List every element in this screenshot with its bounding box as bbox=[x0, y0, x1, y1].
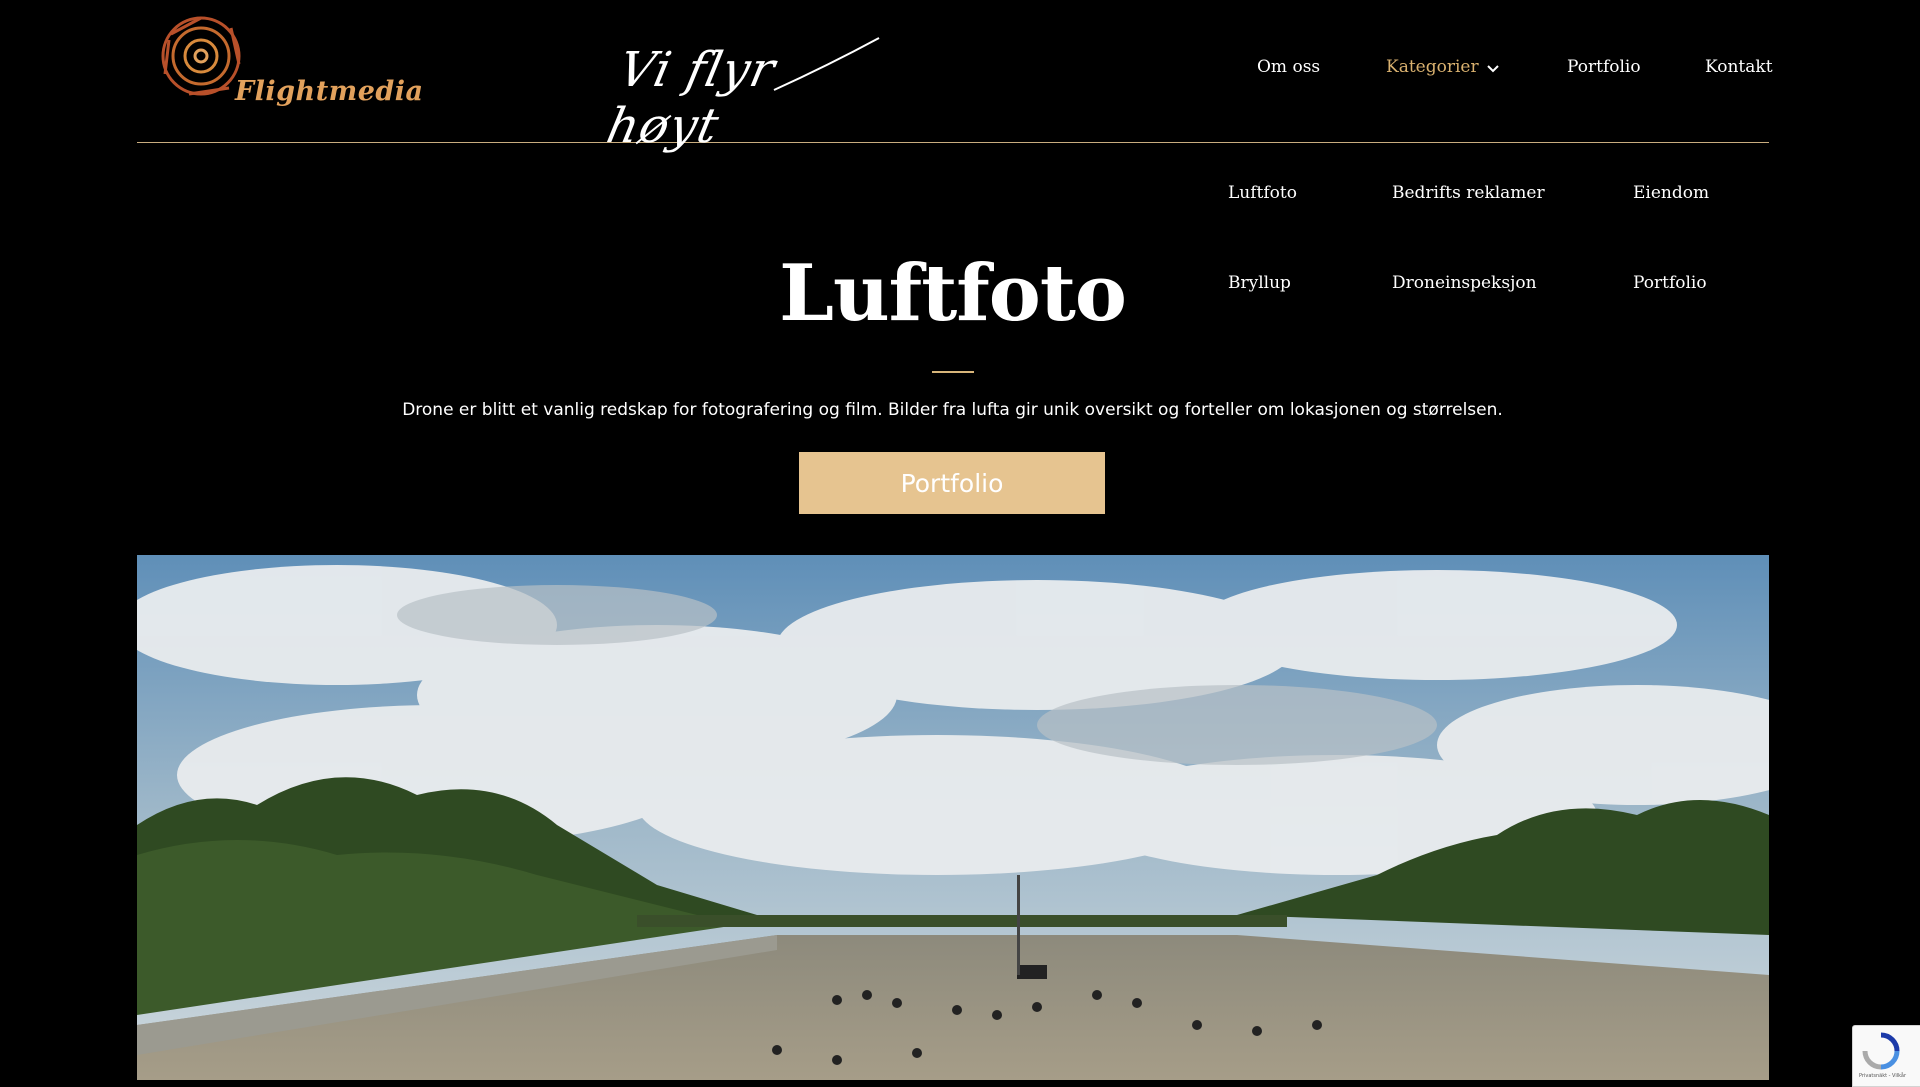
nav-om-oss[interactable]: Om oss bbox=[1257, 57, 1320, 77]
submenu-eiendom[interactable]: Eiendom bbox=[1633, 183, 1709, 203]
nav-kategorier[interactable]: Kategorier bbox=[1386, 57, 1479, 77]
recaptcha-icon bbox=[1862, 1032, 1900, 1070]
title-divider bbox=[932, 371, 974, 373]
hero-photo bbox=[137, 555, 1769, 1080]
site-header: Flightmedia Vi flyr høyt Om oss Kategori… bbox=[137, 0, 1773, 154]
logo-text: Flightmedia bbox=[235, 76, 424, 107]
recaptcha-footer[interactable]: Privatsnäkt - Vilkår bbox=[1859, 1073, 1906, 1079]
nav-kontakt[interactable]: Kontakt bbox=[1705, 57, 1773, 77]
portfolio-button[interactable]: Portfolio bbox=[799, 452, 1105, 514]
page-title: Luftfoto bbox=[779, 248, 1127, 339]
submenu-luftfoto[interactable]: Luftfoto bbox=[1228, 183, 1297, 203]
recaptcha-badge[interactable]: Privatsnäkt - Vilkår bbox=[1852, 1025, 1920, 1087]
slogan: Vi flyr høyt bbox=[602, 30, 884, 154]
chevron-down-icon[interactable] bbox=[1486, 64, 1500, 74]
hero-description: Drone er blitt et vanlig redskap for fot… bbox=[402, 400, 1503, 420]
nav-portfolio[interactable]: Portfolio bbox=[1567, 57, 1641, 77]
submenu-bedrifts-reklamer[interactable]: Bedrifts reklamer bbox=[1392, 183, 1545, 203]
site-logo[interactable]: Flightmedia bbox=[159, 14, 423, 114]
slogan-swoosh bbox=[773, 37, 880, 91]
